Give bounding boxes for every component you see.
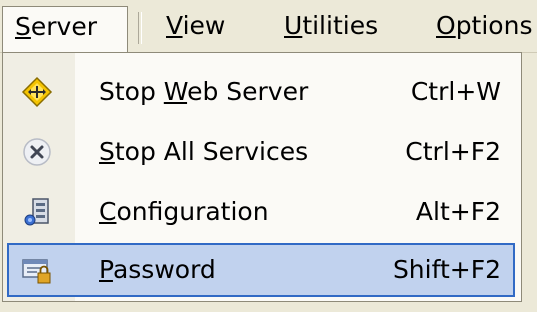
- menu-view-label: iew: [182, 11, 226, 40]
- password-lock-icon: [22, 259, 51, 284]
- web-server-diamond-icon: [21, 76, 53, 108]
- menu-utilities-label: tilities: [302, 11, 379, 40]
- menu-options-label: ptions: [455, 11, 533, 40]
- menu-item-password[interactable]: Password Shift+F2: [7, 243, 515, 297]
- menu-options-mnemonic: O: [436, 11, 456, 40]
- menu-bar: Server View Utilities Options: [0, 0, 537, 53]
- menu-item-label: Password: [99, 245, 216, 299]
- menu-options[interactable]: Options: [436, 6, 532, 46]
- label-rest: onfiguration: [116, 197, 269, 226]
- menu-utilities-mnemonic: U: [284, 11, 303, 40]
- configuration-icon: [24, 198, 49, 226]
- label-prefix: Stop: [99, 77, 164, 106]
- menu-view[interactable]: View: [166, 6, 225, 46]
- menu-item-label: Stop Web Server: [99, 65, 308, 119]
- menu-server-mnemonic: S: [15, 12, 31, 41]
- label-mnemonic: P: [99, 255, 113, 284]
- label-rest: top All Services: [114, 137, 309, 166]
- label-mnemonic: W: [163, 77, 188, 106]
- menu-item-stop-web-server[interactable]: Stop Web Server Ctrl+W: [7, 65, 515, 119]
- stop-circle-x-icon: [23, 138, 51, 166]
- server-dropdown-menu: Stop Web Server Ctrl+W Stop All Services…: [2, 52, 522, 302]
- label-mnemonic: C: [99, 197, 117, 226]
- label-mnemonic: S: [99, 137, 115, 166]
- menu-item-label: Configuration: [99, 185, 269, 239]
- menu-item-label: Stop All Services: [99, 125, 308, 179]
- menu-item-shortcut: Alt+F2: [415, 197, 501, 226]
- menu-server[interactable]: Server: [2, 6, 128, 53]
- menu-item-shortcut: Ctrl+F2: [405, 137, 501, 166]
- menubar-separator: [138, 12, 142, 44]
- menu-utilities[interactable]: Utilities: [284, 6, 378, 46]
- menu-item-shortcut: Ctrl+W: [410, 77, 501, 106]
- menu-item-stop-all-services[interactable]: Stop All Services Ctrl+F2: [7, 125, 515, 179]
- menu-item-configuration[interactable]: Configuration Alt+F2: [7, 185, 515, 239]
- label-rest: eb Server: [187, 77, 309, 106]
- menu-server-label: erver: [30, 12, 97, 41]
- label-rest: assword: [112, 255, 216, 284]
- menu-item-shortcut: Shift+F2: [392, 255, 501, 284]
- menu-view-mnemonic: V: [166, 11, 183, 40]
